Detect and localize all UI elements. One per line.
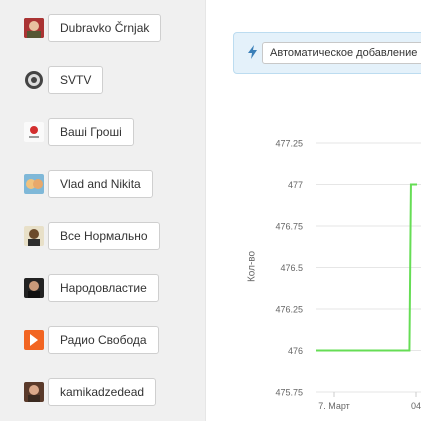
channel-item[interactable]: kamikadzedead: [24, 377, 157, 407]
y-tick-label: 477: [288, 180, 303, 190]
channel-item[interactable]: Dubravko Črnjak: [24, 13, 162, 43]
channel-button[interactable]: Ваші Гроші: [48, 118, 134, 146]
portrait-avatar: [24, 382, 44, 402]
portrait-avatar: [24, 226, 44, 246]
radio-logo-avatar: [24, 330, 44, 350]
svtv-logo-avatar: [24, 70, 44, 90]
channel-button[interactable]: Радио Свобода: [48, 326, 159, 354]
portrait-avatar: [24, 278, 44, 298]
channel-item[interactable]: Радио Свобода: [24, 325, 159, 355]
channel-item[interactable]: Ваші Гроші: [24, 117, 134, 147]
channel-button[interactable]: kamikadzedead: [48, 378, 157, 406]
portrait-avatar: [24, 18, 44, 38]
y-tick-label: 476.5: [280, 263, 303, 273]
money-logo-avatar: [24, 122, 44, 142]
y-tick-label: 476.75: [275, 222, 303, 232]
channel-item[interactable]: Народовластие: [24, 273, 159, 303]
y-tick-label: 477.25: [275, 139, 303, 149]
channel-button[interactable]: SVTV: [48, 66, 104, 94]
channel-button[interactable]: Dubravko Črnjak: [48, 14, 162, 42]
channel-button[interactable]: Все Нормально: [48, 222, 160, 250]
channel-item[interactable]: Vlad and Nikita: [24, 169, 153, 199]
y-tick-label: 475.75: [275, 388, 303, 398]
channel-button[interactable]: Народовластие: [48, 274, 159, 302]
x-tick-label: 04: [411, 401, 421, 411]
channel-sidebar: Dubravko Črnjak SVTV Ваші Гроші Vlad and…: [0, 0, 206, 421]
line-chart: 477.25 477 476.75 476.5 476.25 476 475.75 7. Ма…: [275, 139, 421, 411]
channel-button[interactable]: Vlad and Nikita: [48, 170, 153, 198]
channel-item[interactable]: Все Нормально: [24, 221, 160, 251]
main-panel: Автоматическое добавление Кол-во 477.25 4…: [206, 0, 421, 421]
y-tick-label: 476: [288, 346, 303, 356]
channel-item[interactable]: SVTV: [24, 65, 104, 95]
y-tick-label: 476.25: [275, 305, 303, 315]
kids-avatar: [24, 174, 44, 194]
x-tick-label: 7. Март: [318, 401, 350, 411]
